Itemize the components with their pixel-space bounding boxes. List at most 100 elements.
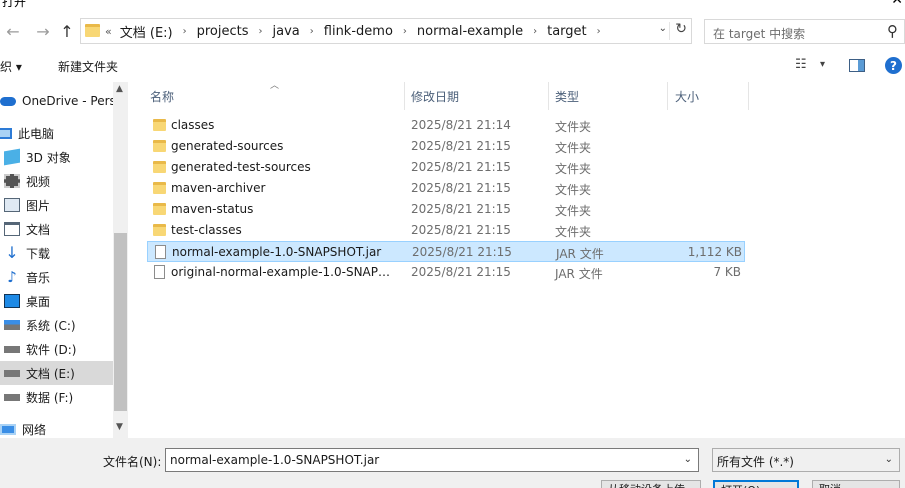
chevron-right-icon[interactable]: › <box>533 26 537 37</box>
address-bar[interactable]: « 文档 (E:) › projects › java › flink-demo… <box>80 18 692 44</box>
breadcrumb-item[interactable]: projects <box>197 24 249 39</box>
file-name: generated-sources <box>171 139 284 153</box>
file-row[interactable]: classes 2025/8/21 21:14 文件夹 <box>147 115 745 136</box>
back-button[interactable]: ← <box>2 19 24 43</box>
sidebar-item-drive-e[interactable]: 文档 (E:) <box>0 361 113 385</box>
sidebar-item-music[interactable]: ♪ 音乐 <box>0 265 113 289</box>
file-modified: 2025/8/21 21:14 <box>411 118 511 132</box>
file-modified: 2025/8/21 21:15 <box>411 139 511 153</box>
breadcrumb-item[interactable]: flink-demo <box>324 24 393 39</box>
column-headers: 名称 修改日期 类型 大小 <box>145 82 750 110</box>
chevron-down-icon[interactable]: ⌄ <box>659 23 667 34</box>
column-divider[interactable] <box>748 82 749 110</box>
sidebar-item-this-pc[interactable]: 此电脑 <box>0 121 105 145</box>
arrow-right-icon: → <box>36 21 50 41</box>
drive-icon <box>4 320 20 330</box>
breadcrumb-item[interactable]: target <box>547 24 587 39</box>
file-row[interactable]: generated-test-sources 2025/8/21 21:15 文… <box>147 157 745 178</box>
sidebar-item-drive-d[interactable]: 软件 (D:) <box>0 337 113 361</box>
forward-button[interactable]: → <box>32 19 54 43</box>
breadcrumb-item[interactable]: java <box>273 24 300 39</box>
file-name: classes <box>171 118 215 132</box>
column-divider[interactable] <box>404 82 405 110</box>
video-icon <box>4 174 20 188</box>
new-folder-button[interactable]: 新建文件夹 <box>58 58 118 75</box>
column-header-size[interactable]: 大小 <box>675 82 699 110</box>
column-header-name[interactable]: 名称 <box>150 82 174 110</box>
sidebar-item-label: 文档 <box>26 222 51 237</box>
arrow-up-icon: ↑ <box>60 21 74 41</box>
sidebar-item-onedrive[interactable]: OneDrive - Personal <box>0 89 113 113</box>
sidebar-item-label: 文档 (E:) <box>26 366 75 381</box>
sidebar-item-network[interactable]: 网络 <box>0 417 109 438</box>
file-type: JAR 文件 <box>556 247 604 261</box>
help-icon[interactable]: ? <box>885 57 902 74</box>
chevron-down-icon[interactable]: ▾ <box>820 59 825 70</box>
chevron-right-icon[interactable]: › <box>259 26 263 37</box>
scrollbar-thumb[interactable] <box>114 233 127 411</box>
chevron-down-icon[interactable]: ⌄ <box>684 454 692 465</box>
column-header-modified[interactable]: 修改日期 <box>411 82 459 110</box>
file-type: 文件夹 <box>555 120 592 134</box>
drive-icon <box>4 393 20 401</box>
file-icon <box>154 265 165 279</box>
up-button[interactable]: ↑ <box>56 19 78 43</box>
sidebar-item-downloads[interactable]: ↓ 下载 <box>0 241 113 265</box>
close-icon[interactable]: ✕ <box>891 0 903 8</box>
folder-icon <box>153 224 166 236</box>
sidebar-item-3d-objects[interactable]: 3D 对象 <box>0 145 113 169</box>
sidebar-item-label: 系统 (C:) <box>26 318 76 333</box>
sidebar-item-label: 3D 对象 <box>26 150 71 165</box>
desktop-icon <box>4 294 20 308</box>
file-modified: 2025/8/21 21:15 <box>411 160 511 174</box>
sidebar-item-label: 数据 (F:) <box>26 390 74 405</box>
file-row[interactable]: maven-archiver 2025/8/21 21:15 文件夹 <box>147 178 745 199</box>
view-options-icon[interactable]: ☷ <box>795 57 807 72</box>
sidebar-item-documents[interactable]: 文档 <box>0 217 113 241</box>
scroll-down-arrow-icon[interactable]: ▼ <box>116 422 123 432</box>
file-row[interactable]: test-classes 2025/8/21 21:15 文件夹 <box>147 220 745 241</box>
chevron-right-icon[interactable]: › <box>183 26 187 37</box>
open-button[interactable]: 打开(O) <box>713 480 799 488</box>
file-row-selected[interactable]: normal-example-1.0-SNAPSHOT.jar 2025/8/2… <box>147 241 745 262</box>
breadcrumb: « 文档 (E:) › projects › java › flink-demo… <box>105 19 611 43</box>
file-size: 1,112 KB <box>687 245 742 259</box>
overflow-chevron-icon[interactable]: « <box>105 25 112 38</box>
sidebar-item-drive-f[interactable]: 数据 (F:) <box>0 385 113 409</box>
file-row[interactable]: maven-status 2025/8/21 21:15 文件夹 <box>147 199 745 220</box>
column-header-type[interactable]: 类型 <box>555 82 579 110</box>
upload-from-device-button[interactable]: 从移动设备上传 <box>601 480 701 488</box>
sidebar-item-label: 此电脑 <box>18 126 55 141</box>
filetype-select[interactable]: 所有文件 (*.*) ⌄ <box>712 448 900 472</box>
organize-button[interactable]: 组织 ▾ <box>0 58 22 75</box>
breadcrumb-item[interactable]: 文档 (E:) <box>120 22 173 41</box>
preview-pane-icon[interactable] <box>849 59 865 72</box>
sidebar-item-desktop[interactable]: 桌面 <box>0 289 113 313</box>
file-type: 文件夹 <box>555 162 592 176</box>
filetype-value: 所有文件 (*.*) <box>717 455 794 469</box>
column-divider[interactable] <box>548 82 549 110</box>
file-modified: 2025/8/21 21:15 <box>411 223 511 237</box>
refresh-icon[interactable]: ↻ <box>675 21 687 37</box>
search-icon[interactable]: ⚲ <box>887 22 898 40</box>
sidebar-item-drive-c[interactable]: 系统 (C:) <box>0 313 113 337</box>
breadcrumb-item[interactable]: normal-example <box>417 24 523 39</box>
picture-icon <box>4 198 20 212</box>
chevron-right-icon[interactable]: › <box>597 26 601 37</box>
chevron-right-icon[interactable]: › <box>403 26 407 37</box>
search-input[interactable]: 在 target 中搜索 ⚲ <box>704 19 905 44</box>
scroll-up-arrow-icon[interactable]: ▲ <box>116 84 123 94</box>
file-name: normal-example-1.0-SNAPSHOT.jar <box>172 245 382 259</box>
sidebar-item-pictures[interactable]: 图片 <box>0 193 113 217</box>
file-modified: 2025/8/21 21:15 <box>411 265 511 279</box>
sidebar-item-videos[interactable]: 视频 <box>0 169 113 193</box>
sidebar-item-label: 下载 <box>26 246 51 261</box>
cancel-button[interactable]: 取消 <box>812 480 900 488</box>
chevron-down-icon[interactable]: ⌄ <box>885 454 893 465</box>
filename-input[interactable]: normal-example-1.0-SNAPSHOT.jar ⌄ <box>165 448 699 472</box>
divider <box>669 22 670 40</box>
file-row[interactable]: original-normal-example-1.0-SNAPSHOT.jar… <box>147 262 745 283</box>
file-row[interactable]: generated-sources 2025/8/21 21:15 文件夹 <box>147 136 745 157</box>
column-divider[interactable] <box>667 82 668 110</box>
chevron-right-icon[interactable]: › <box>310 26 314 37</box>
